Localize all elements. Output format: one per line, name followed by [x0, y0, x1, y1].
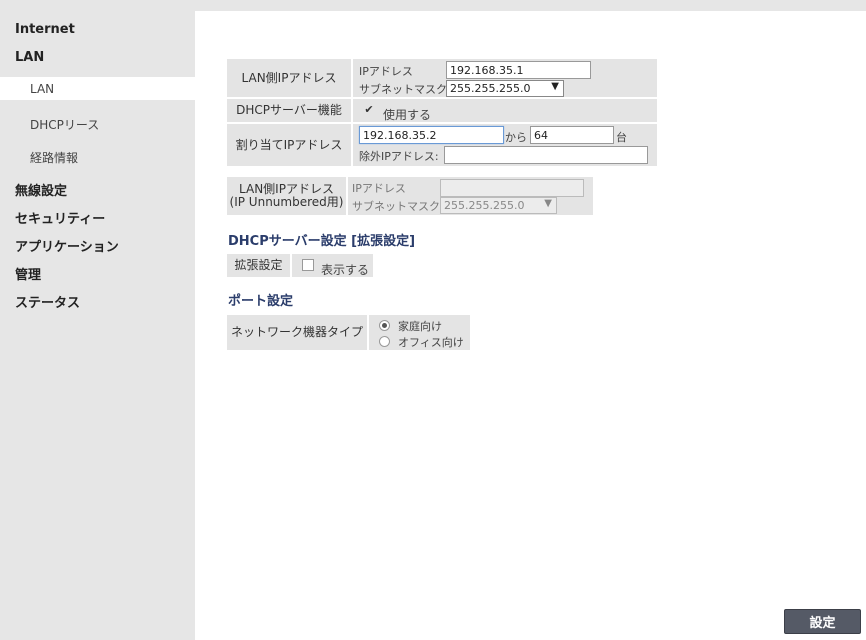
- sidebar-item-internet[interactable]: Internet: [15, 22, 75, 37]
- assign-ip-from-label: から: [505, 131, 527, 144]
- assign-ip-start-input[interactable]: [359, 126, 504, 144]
- apply-button[interactable]: 設定: [784, 609, 861, 634]
- assign-ip-header: 割り当てIPアドレス: [227, 124, 351, 166]
- assign-ip-count-input[interactable]: [530, 126, 614, 144]
- unnumbered-mask-label: サブネットマスク: [352, 200, 440, 213]
- chevron-down-icon: ▼: [544, 198, 552, 209]
- unnumbered-ip-label: IPアドレス: [352, 182, 406, 195]
- dhcp-server-checkbox-label: 使用する: [383, 108, 432, 122]
- sidebar: Internet LAN LAN DHCPリース 経路情報 無線設定 セキュリテ…: [0, 0, 195, 640]
- lan-mask-label: サブネットマスク: [359, 83, 447, 96]
- sidebar-item-applications[interactable]: アプリケーション: [15, 236, 119, 255]
- unnumbered-mask-select[interactable]: 255.255.255.0 ▼: [440, 197, 557, 214]
- dhcp-ext-checkbox[interactable]: [302, 259, 314, 271]
- sidebar-subitem-dhcp-lease[interactable]: DHCPリース: [30, 116, 99, 133]
- main-panel: LAN側IPアドレス IPアドレス サブネットマスク 255.255.255.0…: [195, 11, 866, 640]
- lan-ip-input[interactable]: [446, 61, 591, 79]
- sidebar-item-security[interactable]: セキュリティー: [15, 208, 105, 227]
- unnumbered-header-line2: (IP Unnumbered用): [229, 195, 344, 209]
- assign-ip-unit-label: 台: [616, 131, 627, 144]
- lan-ip-header: LAN側IPアドレス: [227, 59, 351, 97]
- sidebar-item-admin[interactable]: 管理: [15, 264, 41, 283]
- lan-ip-label: IPアドレス: [359, 65, 413, 78]
- sidebar-item-status[interactable]: ステータス: [15, 292, 80, 311]
- unnumbered-header: LAN側IPアドレス (IP Unnumbered用): [227, 177, 346, 215]
- dhcp-ext-header: 拡張設定: [227, 254, 290, 277]
- dhcp-ext-checkbox-label: 表示する: [321, 263, 370, 277]
- port-option-office: オフィス向け: [398, 336, 464, 349]
- sidebar-item-lan[interactable]: LAN: [15, 50, 44, 65]
- dhcp-ext-title: DHCPサーバー設定 [拡張設定]: [228, 234, 416, 249]
- exclude-ip-input[interactable]: [444, 146, 648, 164]
- unnumbered-mask-value: 255.255.255.0: [444, 199, 525, 212]
- exclude-ip-label: 除外IPアドレス:: [359, 150, 439, 163]
- sidebar-subitem-routing-info[interactable]: 経路情報: [30, 149, 78, 166]
- unnumbered-ip-input[interactable]: [440, 179, 584, 197]
- lan-mask-select[interactable]: 255.255.255.0 ▼: [446, 80, 564, 97]
- sidebar-subitem-lan[interactable]: LAN: [30, 82, 54, 96]
- lan-mask-value: 255.255.255.0: [450, 82, 531, 95]
- port-option-home: 家庭向け: [398, 320, 442, 333]
- checkmark-icon[interactable]: ✔: [363, 104, 375, 117]
- dhcp-server-header: DHCPサーバー機能: [227, 99, 351, 122]
- port-title: ポート設定: [228, 294, 294, 309]
- port-radio-home[interactable]: [379, 320, 390, 331]
- port-header: ネットワーク機器タイプ: [227, 315, 367, 350]
- chevron-down-icon: ▼: [551, 81, 559, 92]
- sidebar-item-wireless[interactable]: 無線設定: [15, 180, 67, 199]
- port-radio-office[interactable]: [379, 336, 390, 347]
